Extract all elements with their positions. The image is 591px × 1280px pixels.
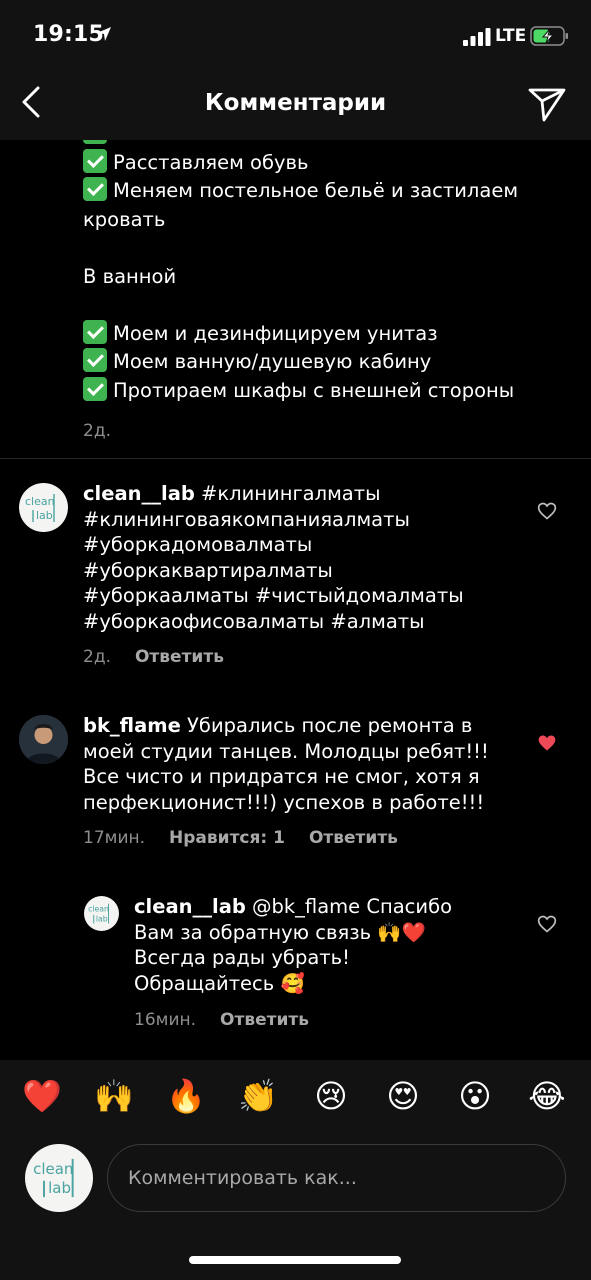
emoji-clap-button[interactable]: 👏 (238, 1076, 278, 1116)
clean-lab-logo: clean lab (25, 493, 55, 522)
comment-username[interactable]: clean__lab (134, 895, 246, 918)
reply-button[interactable]: Ответить (220, 1010, 309, 1030)
check-icon (83, 348, 107, 372)
emoji-heart-button[interactable]: ❤️ (22, 1076, 62, 1116)
svg-text:lab: lab (96, 914, 108, 923)
comment-username[interactable]: bk_flame (83, 714, 181, 737)
avatar[interactable]: clean lab (19, 483, 68, 532)
avatar[interactable]: clean lab (84, 896, 119, 931)
check-icon (83, 319, 107, 344)
emoji-raised-hands-button[interactable]: 🙌 (94, 1076, 134, 1116)
caption-line: Моем и дезинфицируем унитаз (83, 319, 563, 349)
page-title: Комментарии (204, 90, 387, 116)
emoji-fire-button[interactable]: 🔥 (166, 1076, 206, 1116)
user-photo (19, 715, 68, 764)
caption-blank (83, 291, 563, 320)
direct-send-icon[interactable] (527, 84, 567, 124)
emoji-heart-eyes-button[interactable]: 😍 (383, 1076, 423, 1116)
comment-composer-bar: ❤️ 🙌 🔥 👏 😢 😍 😮 😂 clean lab (0, 1060, 591, 1280)
caption-line: кровать (83, 207, 166, 231)
battery-charging-icon (530, 26, 568, 46)
network-label: LTE (495, 26, 527, 46)
svg-text:clean: clean (25, 495, 55, 508)
current-user-avatar: clean lab (25, 1144, 93, 1212)
comment-meta: 17мин. Нравится: 1 Ответить (83, 828, 398, 848)
like-heart-icon[interactable] (537, 914, 557, 934)
comment-input[interactable] (107, 1144, 566, 1212)
like-heart-icon[interactable] (537, 501, 557, 521)
svg-text:lab: lab (36, 509, 53, 522)
emoji-surprised-button[interactable]: 😮 (455, 1076, 495, 1116)
check-icon (83, 177, 107, 201)
comment-body: clean__lab @bk_flame Спасибо Вам за обра… (134, 895, 453, 995)
avatar[interactable] (19, 715, 68, 764)
status-time: 19:15 (33, 22, 105, 47)
comment-time: 2д. (83, 647, 111, 667)
clean-lab-logo: clean lab (88, 903, 109, 924)
emoji-laugh-button[interactable]: 😂 (527, 1076, 567, 1116)
home-indicator[interactable] (189, 1256, 401, 1264)
check-icon (83, 140, 107, 144)
check-icon (83, 148, 107, 173)
status-bar: 19:15 LTE (0, 0, 591, 70)
reply-button[interactable]: Ответить (309, 828, 398, 848)
comments-list[interactable]: Расставляем обувь Меняем постельное бель… (0, 140, 591, 1060)
clean-lab-logo: clean lab (33, 1158, 74, 1198)
comment-meta: 16мин. Ответить (134, 1010, 309, 1030)
comment-username[interactable]: clean__lab (83, 482, 195, 505)
likes-count[interactable]: Нравится: 1 (169, 828, 285, 848)
caption-divider (0, 458, 591, 459)
comment-body: bk_flame Убирались после ремонта в моей … (83, 714, 489, 814)
check-icon (83, 376, 107, 401)
post-caption: Расставляем обувь Меняем постельное бель… (83, 140, 563, 446)
liked-heart-icon[interactable] (537, 733, 557, 753)
caption-blank (83, 234, 563, 263)
comment-meta: 2д. Ответить (83, 647, 224, 667)
svg-text:clean: clean (88, 904, 109, 913)
caption-line: В ванной (83, 264, 177, 288)
comment-time: 16мин. (134, 1010, 197, 1030)
comment-body: clean__lab #клинингалматы #клининговаяко… (83, 482, 464, 633)
signal-icon (463, 28, 491, 46)
caption-line: Меняем постельное бельё и застилаем (83, 177, 563, 206)
caption-line: Протираем шкафы с внешней стороны (83, 376, 563, 406)
location-arrow-icon (97, 27, 111, 41)
caption-line-cut (83, 140, 563, 149)
caption-line: Расставляем обувь (83, 148, 563, 178)
svg-text:lab: lab (48, 1179, 71, 1197)
header: Комментарии (0, 70, 591, 140)
caption-time: 2д. (83, 421, 111, 441)
emoji-cry-button[interactable]: 😢 (311, 1076, 351, 1116)
comment-time: 17мин. (83, 828, 146, 848)
reply-button[interactable]: Ответить (135, 647, 224, 667)
caption-line: Моем ванную/душевую кабину (83, 348, 563, 377)
svg-text:clean: clean (33, 1160, 73, 1178)
